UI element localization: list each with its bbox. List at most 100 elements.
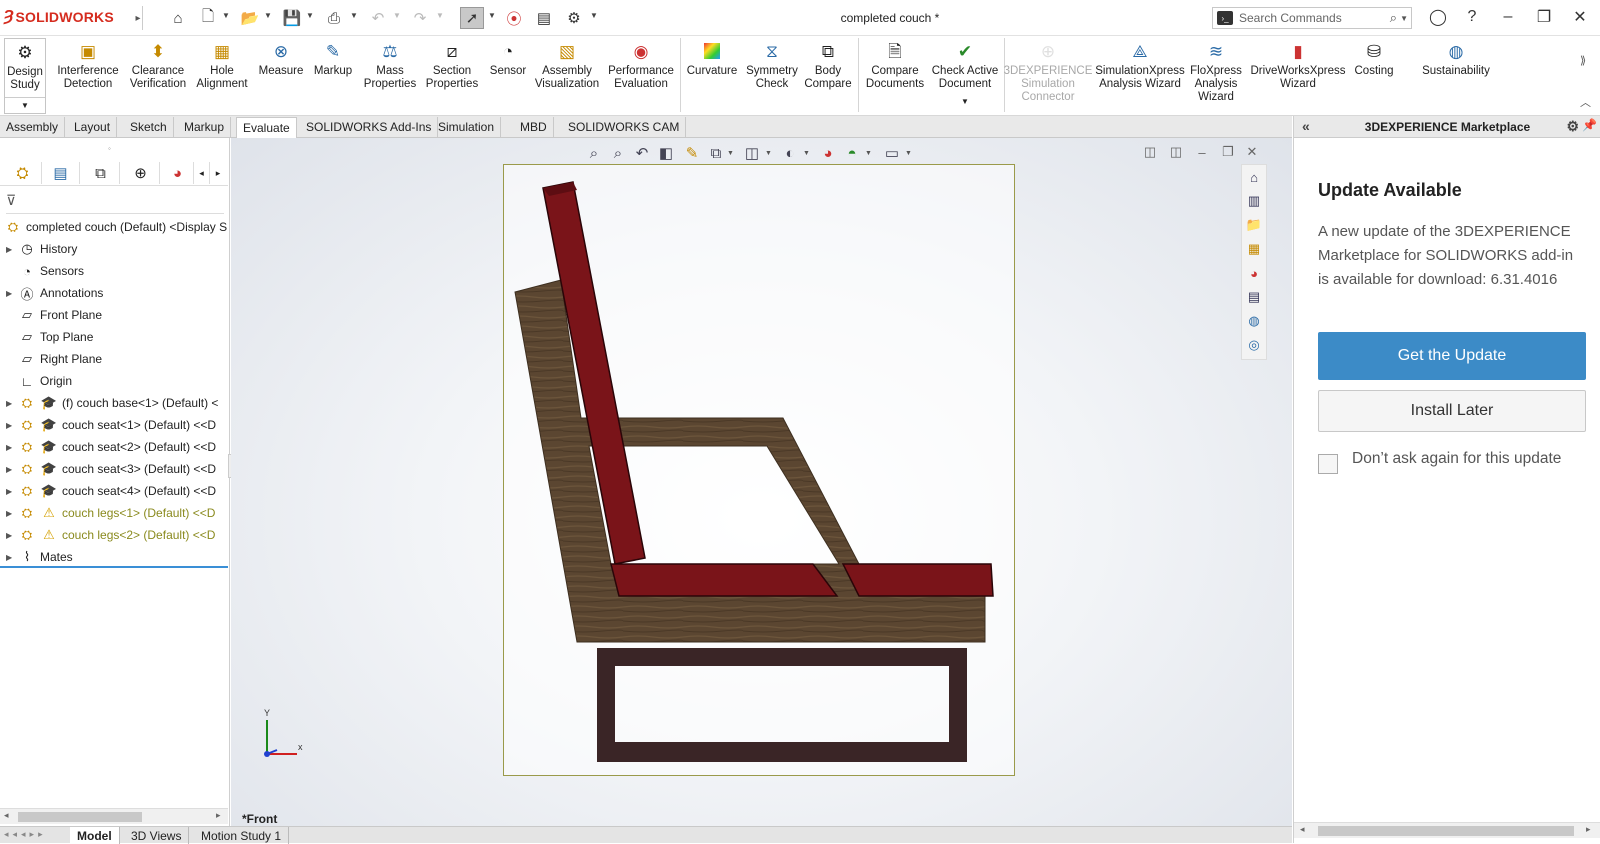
display-style-icon[interactable]: ◫ [741, 142, 763, 164]
view-palette-icon[interactable]: ▦ [1242, 237, 1266, 261]
file-explorer-icon[interactable]: 📁 [1242, 213, 1266, 237]
tile-right-icon[interactable]: ◫ [1165, 142, 1187, 162]
tree-filter[interactable]: ⊽ [6, 192, 224, 214]
scroll-right-icon[interactable]: ▸ [216, 810, 221, 821]
chevron-down-icon[interactable]: ▼ [436, 11, 444, 20]
expand-arrow-icon[interactable]: ▶ [6, 245, 18, 254]
home-icon[interactable]: ⌂ [166, 7, 190, 29]
expand-arrow-icon[interactable]: ▶ [6, 531, 18, 540]
restore-window-icon[interactable]: ❐ [1530, 6, 1558, 28]
floxpress-button[interactable]: ≋ FloXpress Analysis Wizard [1186, 40, 1246, 104]
chevron-down-icon[interactable]: ▼ [727, 150, 734, 157]
expand-arrow-icon[interactable]: ▶ [6, 421, 18, 430]
tree-item-couch-seat-4[interactable]: ▶ ⛭ 🎓 couch seat<4> (Default) <<D [0, 480, 228, 502]
chevron-down-icon[interactable]: ▼ [1400, 14, 1408, 23]
minimize-document-icon[interactable]: – [1191, 142, 1213, 162]
scroll-left-icon[interactable]: ◂ [1300, 824, 1305, 835]
ribbon-more-icon[interactable]: ⟫ [1580, 54, 1586, 67]
measure-button[interactable]: ⊗ Measure [256, 40, 306, 78]
rebuild-traffic-light-icon[interactable]: ⦿ [502, 7, 526, 29]
tree-item-origin[interactable]: ∟ Origin [0, 370, 228, 392]
simulation-connector-button[interactable]: ⊕ 3DEXPERIENCE Simulation Connector [1004, 40, 1093, 104]
costing-button[interactable]: ⛁ Costing [1350, 40, 1398, 78]
sustainability-button[interactable]: ◍ Sustainability [1416, 40, 1496, 78]
scroll-right-icon[interactable]: ▸ [1586, 824, 1591, 835]
chevron-down-icon[interactable]: ▼ [222, 11, 230, 20]
solidworks-resources-icon[interactable]: ◎ [1242, 333, 1266, 357]
chevron-down-icon[interactable]: ▼ [350, 11, 358, 20]
tree-item-annotations[interactable]: ▶ Ⓐ Annotations [0, 282, 228, 304]
chevron-down-icon[interactable]: ▼ [264, 11, 272, 20]
tab-markup[interactable]: Markup [178, 117, 232, 137]
tree-root[interactable]: ⛭ completed couch (Default) <Display S [0, 216, 228, 238]
appearances-icon[interactable]: ◕ [1242, 261, 1266, 285]
scrollbar-thumb[interactable] [1318, 826, 1574, 836]
menu-expand-icon[interactable]: ▸ [126, 7, 150, 29]
tree-item-history[interactable]: ▶ ◷ History [0, 238, 228, 260]
dont-ask-again-checkbox[interactable] [1318, 454, 1338, 474]
zoom-to-fit-icon[interactable]: ⌕ [583, 142, 605, 164]
new-document-icon[interactable]: 🗋 [196, 7, 220, 29]
collapse-panel-icon[interactable]: « [1302, 118, 1310, 134]
pin-icon[interactable]: 📌 [1582, 118, 1597, 132]
display-manager-tab-icon[interactable]: ◕ [162, 162, 194, 184]
expand-arrow-icon[interactable]: ▶ [6, 465, 18, 474]
print-icon[interactable]: ⎙ [322, 7, 346, 29]
file-properties-icon[interactable]: ▤ [532, 7, 556, 29]
expand-arrow-icon[interactable]: ▶ [6, 487, 18, 496]
tree-item-right-plane[interactable]: ▱ Right Plane [0, 348, 228, 370]
chevron-down-icon[interactable]: ▼ [961, 95, 969, 108]
undo-icon[interactable]: ↶ [366, 7, 390, 29]
tab-3d-views[interactable]: 3D Views [124, 827, 190, 844]
expand-arrow-icon[interactable]: ▶ [6, 509, 18, 518]
chevron-down-icon[interactable]: ▼ [905, 150, 912, 157]
install-later-button[interactable]: Install Later [1318, 390, 1586, 432]
tile-left-icon[interactable]: ◫ [1139, 142, 1161, 162]
get-update-button[interactable]: Get the Update [1318, 332, 1586, 380]
chevron-down-icon[interactable]: ▼ [393, 11, 401, 20]
chevron-down-icon[interactable]: ▼ [488, 11, 496, 20]
couch-seat-bottom-right[interactable] [841, 563, 994, 597]
tab-solidworks-cam[interactable]: SOLIDWORKS CAM [562, 117, 687, 137]
tab-navigation-arrows-icon[interactable]: ◂◂◂▸▸ [4, 829, 47, 840]
home-icon[interactable]: ⌂ [1242, 165, 1266, 189]
3dexperience-marketplace-icon[interactable]: ◍ [1242, 309, 1266, 333]
design-library-icon[interactable]: ▥ [1242, 189, 1266, 213]
tab-evaluate[interactable]: Evaluate [236, 117, 297, 138]
couch-legs[interactable] [597, 648, 967, 762]
feature-manager-tab-icon[interactable]: ⛭ [4, 162, 42, 184]
tab-layout[interactable]: Layout [68, 117, 118, 137]
expand-arrow-icon[interactable]: ▶ [6, 399, 18, 408]
tree-item-couch-seat-3[interactable]: ▶ ⛭ 🎓 couch seat<3> (Default) <<D [0, 458, 228, 480]
body-compare-button[interactable]: ⧉ Body Compare [802, 40, 854, 91]
rollback-bar[interactable] [0, 566, 228, 568]
chevron-down-icon[interactable]: ▼ [590, 11, 598, 20]
solidworks-logo[interactable]: Ȝ SOLIDWORKS [4, 8, 114, 26]
sensor-button[interactable]: ◔ Sensor [486, 40, 530, 78]
chevron-down-icon[interactable]: ▼ [803, 150, 810, 157]
hide-show-items-icon[interactable]: ◐ [779, 142, 801, 164]
options-gear-icon[interactable]: ⚙ [562, 7, 586, 29]
edit-appearance-icon[interactable]: ◕ [817, 142, 839, 164]
save-icon[interactable]: 💾 [280, 7, 304, 29]
tree-item-top-plane[interactable]: ▱ Top Plane [0, 326, 228, 348]
close-document-icon[interactable]: ✕ [1241, 142, 1263, 162]
redo-icon[interactable]: ↷ [408, 7, 432, 29]
tab-solidworks-add-ins[interactable]: SOLIDWORKS Add-Ins [300, 117, 439, 137]
view-orientation-icon[interactable]: ⧉ [705, 142, 727, 164]
mass-properties-button[interactable]: ⚖ Mass Properties [362, 40, 418, 91]
search-commands-field[interactable]: ›_ Search Commands ⌕ ▼ [1212, 7, 1412, 29]
custom-properties-icon[interactable]: ▤ [1242, 285, 1266, 309]
symmetry-check-button[interactable]: ⧖ Symmetry Check [744, 40, 800, 91]
collapse-ribbon-icon[interactable]: ︿ [1580, 94, 1591, 110]
chevron-right-icon[interactable]: ▸ [210, 162, 226, 184]
left-panel-scrollbar[interactable]: ◂ ▸ [0, 808, 228, 824]
close-window-icon[interactable]: ✕ [1566, 6, 1594, 28]
scroll-left-icon[interactable]: ◂ [4, 810, 9, 821]
open-folder-icon[interactable]: 📂 [238, 7, 262, 29]
chevron-down-icon[interactable]: ▼ [5, 97, 45, 113]
chevron-down-icon[interactable]: ▼ [765, 150, 772, 157]
hole-alignment-button[interactable]: ▦ Hole Alignment [196, 40, 248, 91]
previous-view-icon[interactable]: ↶ [631, 142, 653, 164]
dimxpert-manager-tab-icon[interactable]: ⊕ [122, 162, 160, 184]
